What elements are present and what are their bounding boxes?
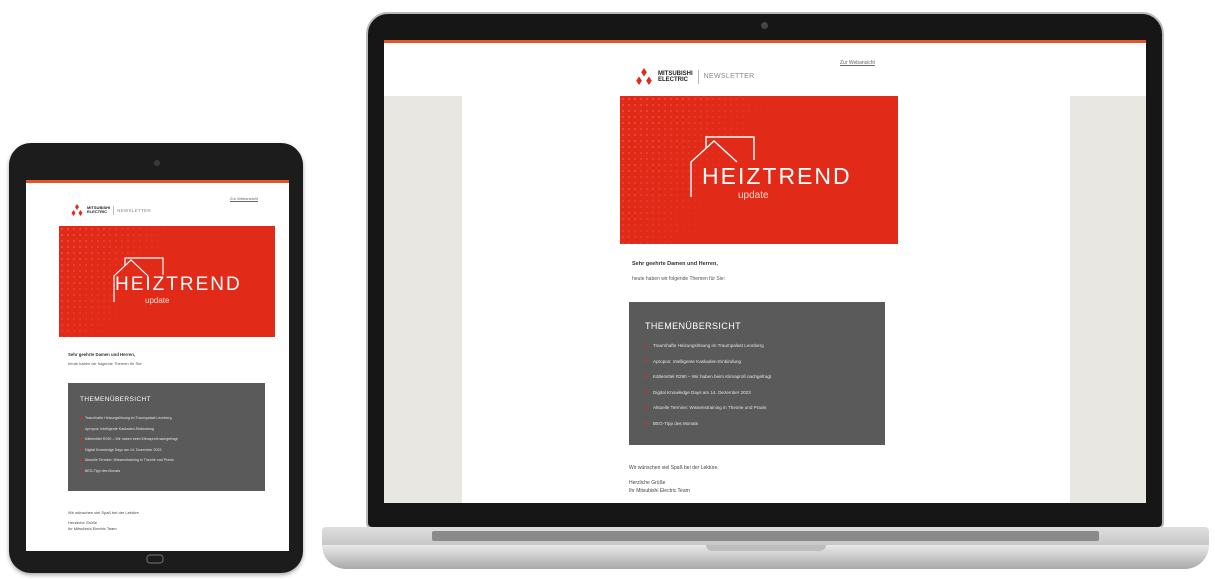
tablet-device: MITSUBISHI ELECTRIC NEWSLETTER Zur Weban… (9, 143, 303, 573)
intro-text: heute haben wir folgende Themen für Sie: (632, 276, 726, 282)
topics-box: THEMENÜBERSICHT Traumhafte Heizungslösun… (629, 302, 885, 445)
laptop-opening-notch (706, 545, 826, 551)
signature: Ihr Mitsubishi Electric Team (629, 488, 690, 494)
hero-subtitle: update (738, 190, 769, 201)
bullet-icon (80, 438, 82, 441)
brand-name-line2: ELECTRIC (87, 209, 107, 214)
bullet-icon (645, 360, 647, 363)
left-margin-panel (384, 96, 462, 503)
closing-line: Wir wünschen viel Spaß bei der Lektüre. (68, 510, 140, 515)
topic-item[interactable]: Apropos: Intelligente Kaskaden-Einbindun… (645, 354, 771, 370)
laptop-lid: MITSUBISHI ELECTRIC NEWSLETTER Zur Weban… (366, 12, 1164, 529)
laptop-deck (322, 527, 1209, 545)
bullet-icon (645, 391, 647, 394)
tablet-accent-bar (26, 180, 289, 183)
regards: Herzliche Grüße (629, 480, 666, 486)
laptop-hero-banner: HEIZTREND update (620, 96, 898, 244)
bullet-icon (80, 427, 82, 430)
tablet-screen: MITSUBISHI ELECTRIC NEWSLETTER Zur Weban… (26, 180, 289, 551)
topic-item[interactable]: BEG-Tipp des Monats (80, 466, 178, 477)
laptop-screen: MITSUBISHI ELECTRIC NEWSLETTER Zur Weban… (384, 40, 1146, 503)
logo-divider (697, 69, 699, 84)
topics-heading: THEMENÜBERSICHT (645, 321, 742, 331)
hero-subtitle: update (145, 296, 170, 305)
topic-item[interactable]: Traumhafte Heizungslösung im Traumpalast… (645, 338, 771, 354)
brand-name-line2: ELECTRIC (658, 76, 688, 83)
bullet-icon (80, 417, 82, 420)
logo-divider (113, 205, 115, 215)
bullet-icon (645, 375, 647, 378)
topic-item[interactable]: Digital Knowledge Days am 14. Dezember 2… (80, 445, 178, 456)
web-view-link[interactable]: Zur Webansicht (230, 196, 258, 201)
signature: Ihr Mitsubishi Electric Team (68, 526, 117, 531)
greeting: Sehr geehrte Damen und Herren, (632, 261, 718, 267)
right-margin-panel (1070, 96, 1146, 503)
home-button-icon[interactable] (144, 552, 166, 566)
bullet-icon (645, 406, 647, 409)
intro-text: heute haben wir folgende Themen für Sie: (68, 361, 143, 366)
closing-line: Wir wünschen viel Spaß bei der Lektüre. (629, 465, 719, 471)
topic-item[interactable]: Kältemittel R290 – Wir haben beim Klimap… (80, 434, 178, 445)
bullet-icon (645, 422, 647, 425)
topics-list: Traumhafte Heizungslösung im Traumpalast… (645, 338, 771, 431)
topics-heading: THEMENÜBERSICHT (80, 396, 152, 403)
laptop-accent-bar (384, 40, 1146, 43)
laptop-base (322, 527, 1209, 573)
laptop-camera (761, 22, 768, 29)
mitsubishi-diamonds-icon (71, 204, 83, 216)
topic-item[interactable]: Aktuelle Termine: Wissenstraining in The… (80, 455, 178, 466)
bullet-icon (645, 344, 647, 347)
topics-box: THEMENÜBERSICHT Traumhafte Heizungslösun… (68, 383, 265, 491)
bullet-icon (80, 459, 82, 462)
topic-item[interactable]: BEG-Tipp des Monats (645, 416, 771, 432)
newsletter-label: NEWSLETTER (703, 73, 755, 80)
topic-item[interactable]: Aktuelle Termine: Wissenstraining in The… (645, 400, 771, 416)
hero-title: HEIZTREND (115, 274, 242, 295)
laptop-brand-logo: MITSUBISHI ELECTRIC NEWSLETTER (634, 68, 755, 85)
topic-item[interactable]: Digital Knowledge Days am 14. Dezember 2… (645, 385, 771, 401)
tablet-camera (154, 160, 160, 166)
topics-list: Traumhafte Heizungslösung im Traumpalast… (80, 413, 178, 476)
tablet-brand-logo: MITSUBISHI ELECTRIC NEWSLETTER (70, 204, 151, 216)
topic-item[interactable]: Apropos: Intelligente Kaskaden-Einbindun… (80, 424, 178, 435)
brand-name-line1: MITSUBISHI (658, 70, 693, 77)
keyboard-strip (432, 531, 1099, 541)
newsletter-label: NEWSLETTER (117, 207, 151, 213)
topic-item[interactable]: Traumhafte Heizungslösung im Traumpalast… (80, 413, 178, 424)
tablet-hero-banner: HEIZTREND update (59, 226, 275, 337)
regards: Herzliche Grüße (68, 520, 98, 525)
bullet-icon (80, 469, 82, 472)
mitsubishi-diamonds-icon (636, 68, 652, 85)
bullet-icon (80, 448, 82, 451)
web-view-link[interactable]: Zur Webansicht (840, 60, 875, 66)
greeting: Sehr geehrte Damen und Herren, (68, 352, 136, 357)
hero-title: HEIZTREND (702, 163, 852, 189)
topic-item[interactable]: Kältemittel R290 – Wir haben beim Klimap… (645, 369, 771, 385)
